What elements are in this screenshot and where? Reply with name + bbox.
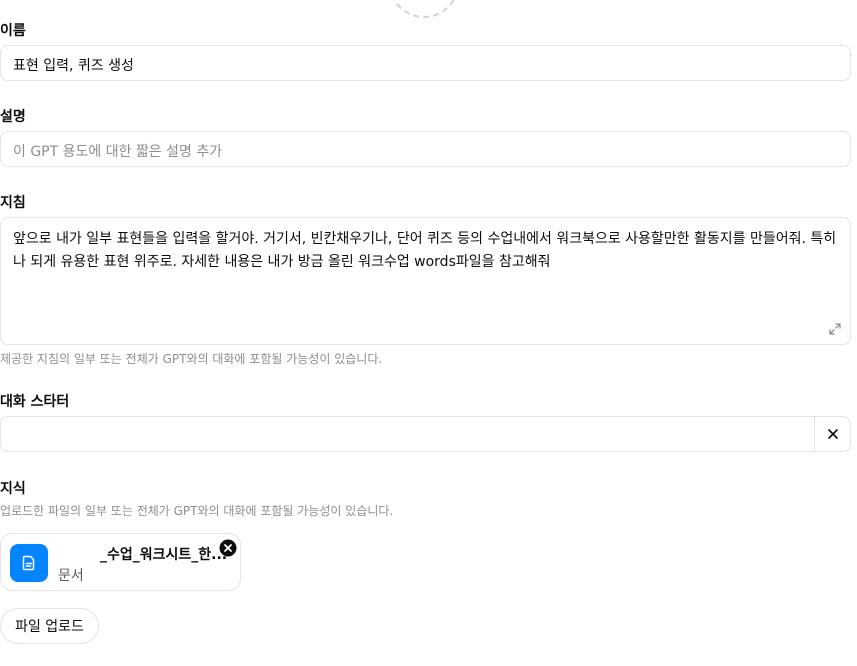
close-circle-icon[interactable]	[219, 539, 237, 557]
knowledge-label: 지식	[0, 481, 26, 497]
file-type: 문서	[58, 568, 84, 584]
document-icon	[22, 555, 35, 571]
upload-file-button[interactable]: 파일 업로드	[0, 608, 99, 644]
name-label: 이름	[0, 23, 26, 39]
instructions-text: 앞으로 내가 일부 표현들을 입력을 할거야. 거기서, 빈칸채우기나, 단어 …	[13, 231, 837, 270]
name-input-value: 표현 입력, 퀴즈 생성	[13, 58, 134, 74]
clear-starter-button[interactable]	[814, 417, 850, 451]
knowledge-file-card[interactable]: _수업_워크시트_한... 문서	[0, 533, 241, 591]
file-name: _수업_워크시트_한...	[100, 547, 228, 563]
expand-icon[interactable]	[828, 322, 842, 336]
gpt-avatar-placeholder[interactable]	[389, 0, 459, 18]
name-input[interactable]: 표현 입력, 퀴즈 생성	[0, 45, 851, 81]
instructions-hint: 제공한 지침의 일부 또는 전체가 GPT와의 대화에 포함될 가능성이 있습니…	[0, 352, 383, 366]
description-label: 설명	[0, 109, 26, 125]
instructions-label: 지침	[0, 195, 26, 211]
conversation-starter-input[interactable]	[0, 416, 851, 452]
description-placeholder: 이 GPT 용도에 대한 짧은 설명 추가	[13, 144, 223, 160]
close-icon	[827, 429, 838, 439]
file-icon-box	[10, 544, 48, 582]
description-input[interactable]: 이 GPT 용도에 대한 짧은 설명 추가	[0, 131, 851, 167]
conversation-starters-label: 대화 스타터	[0, 394, 70, 410]
knowledge-hint: 업로드한 파일의 일부 또는 전체가 GPT와의 대화에 포함될 가능성이 있습…	[0, 504, 394, 518]
instructions-textarea[interactable]: 앞으로 내가 일부 표현들을 입력을 할거야. 거기서, 빈칸채우기나, 단어 …	[0, 217, 851, 345]
